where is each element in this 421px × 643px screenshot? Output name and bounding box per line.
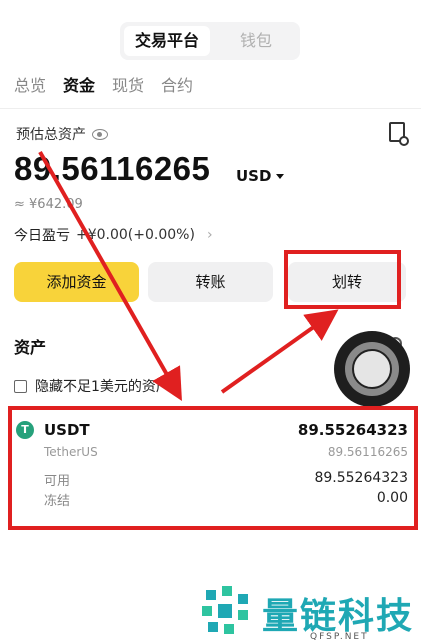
arrow-to-transfer bbox=[220, 309, 339, 394]
watermark-url: QFSP.NET bbox=[310, 632, 369, 642]
arrow-to-asset bbox=[38, 151, 182, 401]
brand-logo-icon bbox=[202, 586, 248, 634]
annotation-arrows bbox=[38, 151, 339, 401]
